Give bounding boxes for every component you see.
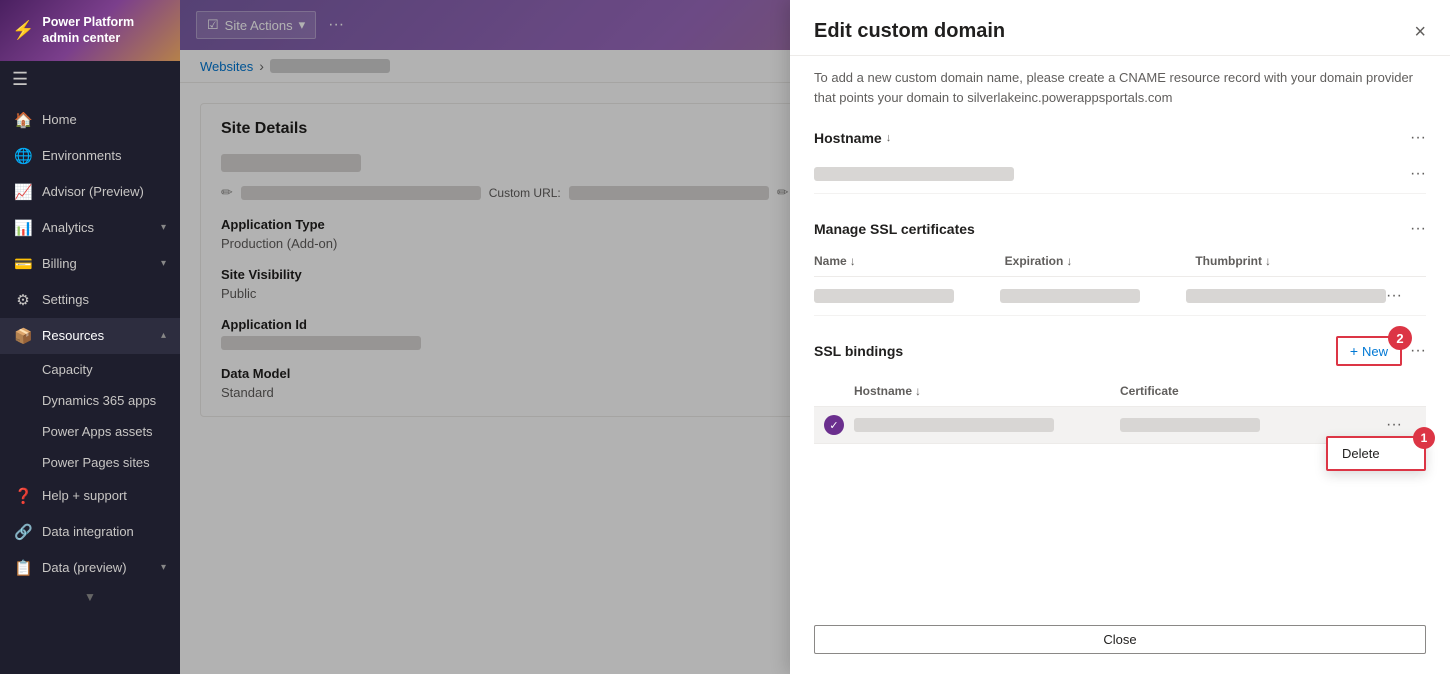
ssl-name-value <box>814 289 1000 303</box>
delete-option[interactable]: Delete <box>1328 438 1424 469</box>
hostname-row: ··· <box>814 155 1426 194</box>
bindings-certificate-col: Certificate <box>1120 384 1386 398</box>
app-icon: ⚡ <box>12 20 34 41</box>
ssl-title: Manage SSL certificates <box>814 221 975 237</box>
sidebar-item-powerpages[interactable]: Power Pages sites <box>0 447 180 478</box>
panel-body: Hostname ↓ ··· ··· Manage SSL certificat… <box>790 119 1450 613</box>
hostname-section-header: Hostname ↓ ··· <box>814 119 1426 155</box>
ssl-expiration-col: Expiration ↓ <box>1005 254 1196 268</box>
sidebar-item-capacity[interactable]: Capacity <box>0 354 180 385</box>
panel-close-bottom-button[interactable]: Close <box>814 625 1426 654</box>
row-check-icon: ✓ <box>824 415 844 435</box>
hostname-value <box>814 167 1410 181</box>
sidebar-item-analytics[interactable]: 📊 Analytics ▾ <box>0 210 180 246</box>
sidebar-item-data-preview[interactable]: 📋 Data (preview) ▾ <box>0 550 180 586</box>
ssl-bindings-section: SSL bindings + New 2 ··· Hostname ↓ <box>814 336 1426 444</box>
ssl-name-col: Name ↓ <box>814 254 1005 268</box>
home-icon: 🏠 <box>14 111 32 129</box>
environments-icon: 🌐 <box>14 147 32 165</box>
sidebar-item-environments[interactable]: 🌐 Environments <box>0 138 180 174</box>
row-badge: 1 <box>1413 427 1435 449</box>
bindings-header-row: SSL bindings + New 2 ··· <box>814 336 1426 366</box>
bindings-hostname-sort-icon: ↓ <box>915 384 921 398</box>
ssl-thumbprint-col: Thumbprint ↓ <box>1195 254 1386 268</box>
ssl-section: Manage SSL certificates ··· Name ↓ Expir… <box>814 210 1426 316</box>
data-preview-icon: 📋 <box>14 559 32 577</box>
sidebar-item-settings[interactable]: ⚙ Settings <box>0 282 180 318</box>
new-badge: 2 <box>1388 326 1412 350</box>
panel-close-button[interactable]: × <box>1414 22 1426 42</box>
binding-hostname-value <box>854 418 1120 432</box>
sidebar-item-home[interactable]: 🏠 Home <box>0 102 180 138</box>
sidebar-item-dynamics365[interactable]: Dynamics 365 apps <box>0 385 180 416</box>
ssl-table-header: Name ↓ Expiration ↓ Thumbprint ↓ <box>814 246 1426 277</box>
sidebar: ⚡ Power Platform admin center ☰ 🏠 Home 🌐… <box>0 0 180 674</box>
bindings-data-row: ✓ ··· 1 Delete <box>814 407 1426 444</box>
panel-title: Edit custom domain <box>814 20 1005 43</box>
sidebar-item-help[interactable]: ❓ Help + support <box>0 478 180 514</box>
panel-description: To add a new custom domain name, please … <box>790 56 1450 119</box>
sidebar-item-resources[interactable]: 📦 Resources ▴ <box>0 318 180 354</box>
help-icon: ❓ <box>14 487 32 505</box>
sidebar-item-powerapps[interactable]: Power Apps assets <box>0 416 180 447</box>
binding-certificate-value <box>1120 418 1386 432</box>
resources-chevron: ▴ <box>161 330 166 341</box>
analytics-icon: 📊 <box>14 219 32 237</box>
app-header: ⚡ Power Platform admin center <box>0 0 180 61</box>
bindings-title: SSL bindings <box>814 343 903 359</box>
ssl-more-button[interactable]: ··· <box>1410 220 1426 238</box>
ssl-expiration-value <box>1000 289 1186 303</box>
delete-dropdown: 1 Delete <box>1326 436 1426 471</box>
ssl-thumbprint-value <box>1186 289 1386 303</box>
sidebar-item-billing[interactable]: 💳 Billing ▾ <box>0 246 180 282</box>
edit-panel: Edit custom domain × To add a new custom… <box>790 0 1450 674</box>
bindings-more-button[interactable]: ··· <box>1410 342 1426 360</box>
new-plus-icon: + <box>1350 343 1358 359</box>
sidebar-item-advisor[interactable]: 📈 Advisor (Preview) <box>0 174 180 210</box>
new-button-label: New <box>1362 344 1388 359</box>
new-binding-button[interactable]: + New 2 <box>1336 336 1402 366</box>
hamburger-button[interactable]: ☰ <box>0 61 180 98</box>
ssl-thumbprint-sort-icon: ↓ <box>1265 254 1271 268</box>
ssl-table-row: ··· <box>814 277 1426 316</box>
sidebar-item-data-integration[interactable]: 🔗 Data integration <box>0 514 180 550</box>
binding-row-more-button[interactable]: ··· <box>1386 416 1402 433</box>
hostname-more-button[interactable]: ··· <box>1410 129 1426 147</box>
hostname-title: Hostname ↓ <box>814 130 891 146</box>
bindings-hostname-col: Hostname ↓ <box>854 384 1120 398</box>
sidebar-nav: 🏠 Home 🌐 Environments 📈 Advisor (Preview… <box>0 98 180 674</box>
advisor-icon: 📈 <box>14 183 32 201</box>
hostname-sort-icon: ↓ <box>886 132 892 144</box>
data-integration-icon: 🔗 <box>14 523 32 541</box>
bindings-table-header: Hostname ↓ Certificate <box>814 376 1426 407</box>
settings-icon: ⚙ <box>14 291 32 309</box>
ssl-expiration-sort-icon: ↓ <box>1066 254 1072 268</box>
data-preview-chevron: ▾ <box>161 562 166 573</box>
ssl-section-header: Manage SSL certificates ··· <box>814 210 1426 246</box>
hostname-blurred <box>814 167 1014 181</box>
panel-header: Edit custom domain × <box>790 0 1450 56</box>
billing-chevron: ▾ <box>161 258 166 269</box>
analytics-chevron: ▾ <box>161 222 166 233</box>
hostname-row-more-button[interactable]: ··· <box>1410 165 1426 183</box>
scroll-indicator: ▼ <box>0 586 180 608</box>
billing-icon: 💳 <box>14 255 32 273</box>
resources-icon: 📦 <box>14 327 32 345</box>
ssl-name-sort-icon: ↓ <box>850 254 856 268</box>
bindings-actions: + New 2 ··· <box>1336 336 1426 366</box>
app-title: Power Platform admin center <box>42 14 168 47</box>
ssl-row-more-button[interactable]: ··· <box>1386 287 1402 304</box>
